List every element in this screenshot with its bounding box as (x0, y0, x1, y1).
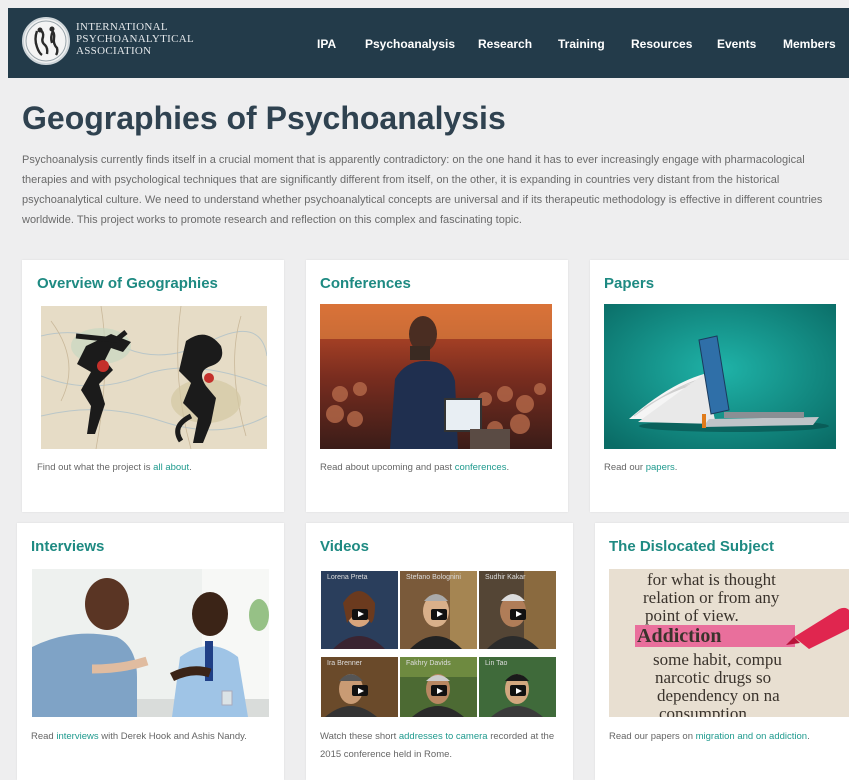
video-thumbnail[interactable]: Stefano Bolognini (400, 571, 477, 649)
card-dislocated-subject: The Dislocated Subject for what is thoug… (595, 523, 849, 780)
dictionary-highlighted-word: Addiction (637, 625, 721, 647)
papers-book-laptop-image[interactable] (604, 304, 836, 449)
dictionary-line: some habit, compu (653, 650, 782, 669)
card-papers: Papers Read our papers. (590, 260, 849, 512)
desc-text: . (807, 731, 810, 742)
dictionary-line: dependency on na (657, 686, 780, 705)
ipa-emblem-icon[interactable] (22, 17, 70, 65)
overview-map-image[interactable] (41, 306, 267, 449)
card-desc-videos: Watch these short addresses to camera re… (320, 728, 558, 764)
video-thumbnail[interactable]: Ira Brenner (321, 657, 398, 717)
logo-line-3: ASSOCIATION (76, 45, 152, 57)
card-desc-overview: Find out what the project is all about. (37, 459, 272, 477)
dictionary-addiction-image[interactable]: for what is thought relation or from any… (609, 569, 849, 717)
desc-text: Watch these short (320, 731, 399, 742)
dictionary-line: point of view. (645, 606, 739, 625)
card-conferences: Conferences Read about upcoming and past… (306, 260, 568, 512)
video-thumbnail[interactable]: Lin Tao (479, 657, 556, 717)
video-thumbnail[interactable]: Sudhir Kakar (479, 571, 556, 649)
nav-psychoanalysis[interactable]: Psychoanalysis (365, 37, 455, 51)
desc-text: Read about upcoming and past (320, 462, 455, 473)
nav-research[interactable]: Research (478, 37, 532, 51)
intro-paragraph: Psychoanalysis currently finds itself in… (22, 154, 823, 226)
play-icon[interactable] (509, 608, 526, 620)
video-speaker-name: Fakhry Davids (406, 660, 451, 667)
dictionary-line: relation or from any (643, 588, 780, 607)
link-interviews[interactable]: interviews (56, 731, 98, 742)
logo-line-1: INTERNATIONAL (76, 21, 168, 33)
card-desc-dislocated-subject: Read our papers on migration and on addi… (609, 728, 844, 746)
card-title-conferences[interactable]: Conferences (320, 275, 411, 292)
play-icon[interactable] (430, 685, 447, 696)
card-title-videos[interactable]: Videos (320, 538, 369, 555)
site-header: INTERNATIONAL PSYCHOANALYTICAL ASSOCIATI… (8, 8, 849, 78)
play-icon[interactable] (351, 608, 368, 620)
nav-ipa[interactable]: IPA (317, 37, 336, 51)
card-desc-interviews: Read interviews with Derek Hook and Ashi… (31, 728, 261, 746)
nav-members[interactable]: Members (783, 37, 836, 51)
play-icon[interactable] (351, 685, 368, 696)
desc-text: with Derek Hook and Ashis Nandy. (98, 731, 247, 742)
desc-text: Read our (604, 462, 646, 473)
video-speaker-name: Ira Brenner (327, 660, 363, 667)
card-desc-conferences: Read about upcoming and past conferences… (320, 459, 560, 477)
dictionary-line: narcotic drugs so (655, 668, 771, 687)
desc-text: . (506, 462, 510, 473)
nav-resources[interactable]: Resources (631, 37, 692, 51)
card-overview: Overview of Geographies Find out what th… (22, 260, 284, 512)
video-speaker-name: Lin Tao (485, 660, 508, 667)
card-interviews: Interviews Read interviews with Derek Ho… (17, 523, 284, 780)
play-icon[interactable] (509, 685, 526, 696)
card-title-interviews[interactable]: Interviews (31, 538, 104, 555)
desc-text: Find out what the project is (37, 462, 154, 473)
page-title: Geographies of Psychoanalysis (22, 100, 506, 136)
card-title-overview[interactable]: Overview of Geographies (37, 275, 218, 292)
interview-image[interactable] (32, 569, 269, 717)
desc-text: Read (31, 731, 57, 742)
dictionary-line: consumption (659, 704, 747, 717)
card-videos: Videos Lorena Preta Stefano Bolognini Su… (306, 523, 573, 780)
desc-text: . (674, 462, 678, 473)
video-speaker-name: Sudhir Kakar (485, 574, 526, 581)
play-icon[interactable] (430, 608, 447, 620)
conference-image[interactable] (320, 304, 552, 449)
video-speaker-name: Lorena Preta (327, 574, 368, 581)
nav-events[interactable]: Events (717, 37, 756, 51)
logo-wordmark[interactable]: INTERNATIONAL PSYCHOANALYTICAL ASSOCIATI… (76, 21, 194, 57)
video-speaker-name: Stefano Bolognini (406, 574, 461, 581)
desc-text: . (189, 462, 192, 473)
link-conferences[interactable]: conferences (455, 462, 507, 473)
desc-text: Read our papers on (609, 731, 696, 742)
link-addresses-to-camera[interactable]: addresses to camera (399, 731, 488, 742)
logo-line-2: PSYCHOANALYTICAL (76, 33, 194, 45)
nav-training[interactable]: Training (558, 37, 605, 51)
link-papers[interactable]: papers (646, 462, 675, 473)
dictionary-line: for what is thought (647, 570, 776, 589)
card-desc-papers: Read our papers. (604, 459, 839, 477)
link-all-about[interactable]: all about (153, 462, 189, 473)
card-title-dislocated-subject[interactable]: The Dislocated Subject (609, 538, 774, 555)
card-title-papers[interactable]: Papers (604, 275, 654, 292)
video-thumbnail[interactable]: Lorena Preta (321, 571, 398, 649)
video-thumbnail[interactable]: Fakhry Davids (400, 657, 477, 717)
link-migration-addiction[interactable]: migration and on addiction (696, 731, 807, 742)
